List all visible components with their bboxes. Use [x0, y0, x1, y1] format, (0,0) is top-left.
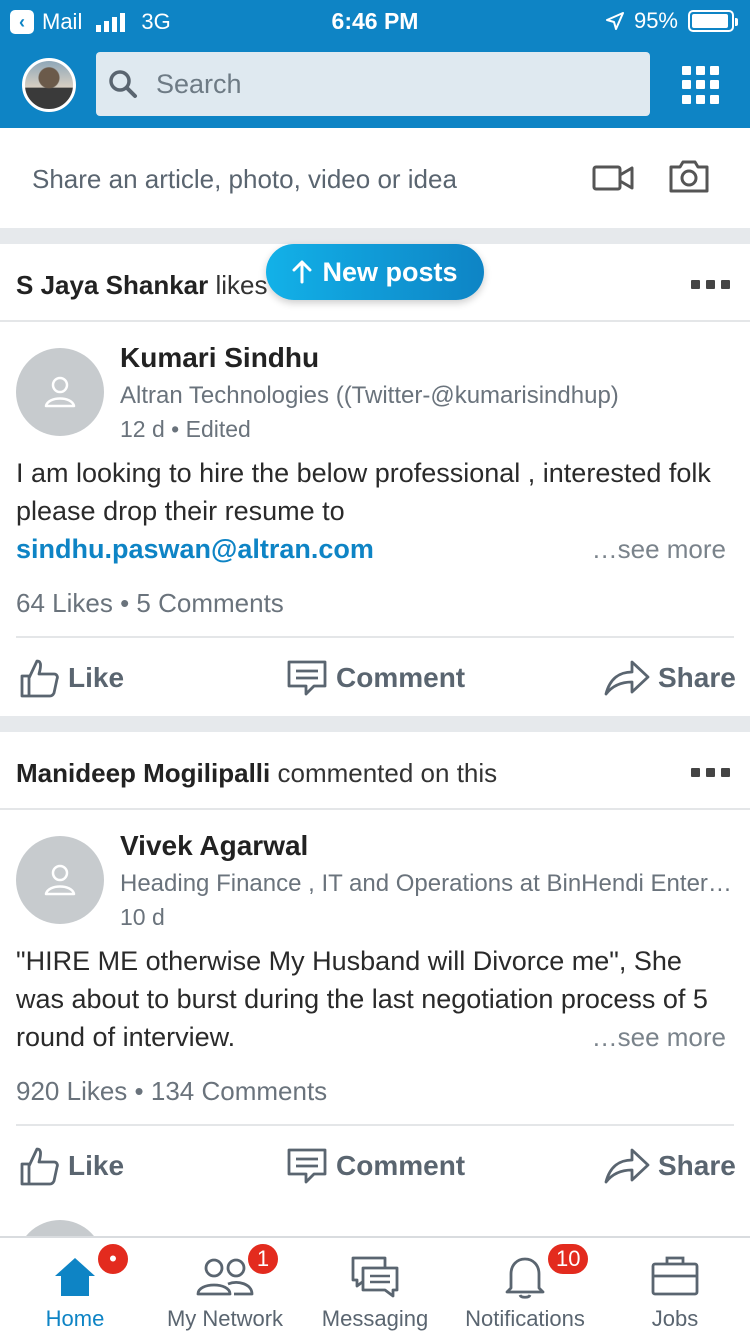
context-name[interactable]: S Jaya Shankar: [16, 270, 208, 300]
more-options-icon[interactable]: [691, 280, 730, 289]
feed-post[interactable]: Manideep Mogilipalli commented on this V…: [0, 732, 750, 1204]
comment-label: Comment: [336, 662, 466, 693]
tab-jobs[interactable]: Jobs: [600, 1238, 750, 1334]
like-button[interactable]: Like: [18, 638, 124, 718]
search-bar[interactable]: [96, 52, 650, 116]
profile-avatar[interactable]: [22, 58, 76, 112]
post-actions: Like Comment Share: [0, 1126, 750, 1206]
home-icon: [55, 1258, 95, 1296]
post-context: Manideep Mogilipalli commented on this: [16, 758, 497, 789]
post-stats[interactable]: 920 Likes • 134 Comments: [16, 1076, 327, 1107]
battery-percent: 95%: [633, 8, 678, 33]
author-name[interactable]: Kumari Sindhu: [120, 342, 319, 374]
see-more-link[interactable]: …see more: [592, 1022, 726, 1053]
search-input[interactable]: [156, 68, 616, 100]
post-time: 12 d • Edited: [120, 416, 251, 442]
share-arrow-icon: [604, 1148, 650, 1184]
post-email-link[interactable]: sindhu.paswan@altran.com: [16, 534, 374, 564]
briefcase-icon: [651, 1256, 699, 1296]
person-placeholder-icon: [44, 864, 76, 896]
person-placeholder-icon: [44, 376, 76, 408]
network-badge: 1: [246, 1242, 280, 1276]
author-avatar[interactable]: [16, 836, 104, 924]
author-name[interactable]: Vivek Agarwal: [120, 830, 308, 862]
share-label: Share: [658, 1150, 736, 1181]
post-stats[interactable]: 64 Likes • 5 Comments: [16, 588, 284, 619]
author-headline: Heading Finance , IT and Operations at B…: [120, 870, 734, 897]
comments-count[interactable]: 134 Comments: [151, 1076, 327, 1106]
battery-icon: [688, 10, 738, 32]
search-icon: [109, 70, 137, 98]
likes-count[interactable]: 920 Likes: [16, 1076, 127, 1106]
share-button[interactable]: Share: [604, 1126, 736, 1206]
author-headline: Altran Technologies ((Twitter-@kumarisin…: [120, 382, 619, 409]
apps-grid-icon[interactable]: [682, 66, 720, 104]
notifications-badge: 10: [546, 1242, 591, 1276]
top-bar: ‹ Mail 3G 6:46 PM 95%: [0, 0, 750, 128]
tab-label: Notifications: [465, 1306, 585, 1331]
location-icon: [605, 12, 624, 30]
new-posts-button[interactable]: New posts: [266, 244, 484, 300]
comment-icon: [287, 660, 327, 696]
comment-button[interactable]: Comment: [286, 1126, 465, 1206]
comment-button[interactable]: Comment: [286, 638, 465, 718]
thumbs-up-icon: [20, 659, 59, 698]
tab-label: Messaging: [321, 1306, 429, 1331]
comments-count[interactable]: 5 Comments: [136, 588, 283, 618]
post-time: 10 d: [120, 904, 165, 930]
thumbs-up-icon: [20, 1147, 59, 1186]
context-name[interactable]: Manideep Mogilipalli: [16, 758, 270, 788]
author-avatar[interactable]: [16, 348, 104, 436]
tab-my-network[interactable]: 1 My Network: [150, 1238, 300, 1334]
tab-label: My Network: [166, 1306, 284, 1331]
video-camera-icon[interactable]: [592, 164, 634, 192]
home-badge: •: [96, 1242, 130, 1276]
tab-label: Jobs: [651, 1306, 699, 1331]
comment-icon: [287, 1148, 327, 1184]
share-button[interactable]: Share: [604, 638, 736, 718]
feed-post[interactable]: S Jaya Shankar likes this Kumari Sindhu …: [0, 244, 750, 716]
share-arrow-icon: [604, 660, 650, 696]
post-text-content: I am looking to hire the below professio…: [16, 458, 711, 526]
divider: [0, 320, 750, 322]
like-label: Like: [68, 1150, 125, 1181]
like-button[interactable]: Like: [18, 1126, 124, 1206]
post-actions: Like Comment Share: [0, 638, 750, 718]
share-box[interactable]: Share an article, photo, video or idea: [0, 128, 750, 228]
tab-messaging[interactable]: Messaging: [300, 1238, 450, 1334]
tab-label: Home: [45, 1306, 105, 1331]
photo-camera-icon[interactable]: [668, 158, 710, 194]
like-label: Like: [68, 662, 125, 693]
likes-count[interactable]: 64 Likes: [16, 588, 113, 618]
see-more-link[interactable]: …see more: [592, 534, 726, 565]
comment-label: Comment: [336, 1150, 466, 1181]
share-prompt[interactable]: Share an article, photo, video or idea: [32, 164, 457, 195]
arrow-up-icon: [292, 260, 312, 284]
bottom-tab-bar: • Home 1 My Network Messaging 10 Notific…: [0, 1236, 750, 1334]
tab-notifications[interactable]: 10 Notifications: [450, 1238, 600, 1334]
share-label: Share: [658, 662, 736, 693]
more-options-icon[interactable]: [691, 768, 730, 777]
tab-home[interactable]: • Home: [0, 1238, 150, 1334]
divider: [0, 808, 750, 810]
context-action: commented on this: [277, 758, 498, 788]
bell-icon: [505, 1257, 545, 1299]
messaging-icon: [351, 1256, 399, 1298]
new-posts-label: New posts: [322, 256, 458, 287]
status-bar: ‹ Mail 3G 6:46 PM 95%: [0, 0, 750, 42]
